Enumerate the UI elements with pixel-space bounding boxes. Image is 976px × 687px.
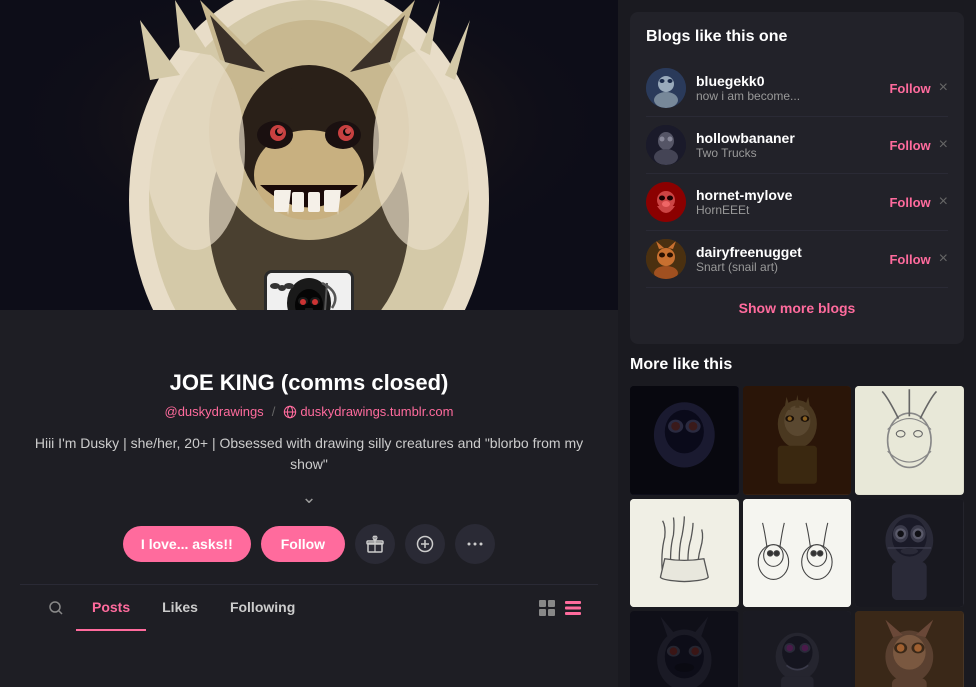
grid-image-3-art: [855, 386, 964, 495]
dismiss-bluegekk0-button[interactable]: ×: [939, 79, 948, 97]
profile-name: JOE KING (comms closed): [20, 370, 598, 396]
tab-likes[interactable]: Likes: [146, 585, 214, 631]
action-buttons: I love... asks!! Follow: [20, 524, 598, 564]
grid-view-icon[interactable]: [538, 599, 556, 617]
show-more-blogs-button[interactable]: Show more blogs: [646, 288, 948, 328]
grid-image-3[interactable]: [855, 386, 964, 495]
blog-item: bluegekk0 now i am become... Follow ×: [646, 60, 948, 117]
avatar-image: [267, 273, 351, 310]
grid-image-1-art: [630, 386, 739, 495]
grid-image-2[interactable]: [743, 386, 852, 495]
view-toggle: [538, 585, 582, 631]
search-icon: [48, 600, 64, 616]
profile-info: JOE KING (comms closed) @duskydrawings /…: [0, 310, 618, 687]
more-like-title: More like this: [630, 356, 964, 374]
blog-name: hornet-mylove: [696, 187, 889, 203]
profile-handle[interactable]: @duskydrawings: [165, 404, 264, 419]
blog-desc: Two Trucks: [696, 146, 889, 160]
blog-item: hollowbananer Two Trucks Follow ×: [646, 117, 948, 174]
follow-hollowbananer-button[interactable]: Follow: [889, 138, 930, 153]
avatar: [264, 270, 354, 310]
asks-button[interactable]: I love... asks!!: [123, 526, 251, 562]
blogs-section: Blogs like this one bluegekk0 now i am b…: [630, 12, 964, 344]
blog-name: hollowbananer: [696, 130, 889, 146]
search-tab-icon[interactable]: [36, 586, 76, 630]
subscribe-icon: [416, 535, 434, 553]
expand-button[interactable]: ⌄: [20, 487, 598, 508]
gift-button[interactable]: [355, 524, 395, 564]
list-view-icon[interactable]: [564, 599, 582, 617]
follow-button[interactable]: Follow: [261, 526, 345, 562]
dismiss-hornet-mylove-button[interactable]: ×: [939, 193, 948, 211]
grid-image-9-art: [855, 611, 964, 687]
profile-url[interactable]: duskydrawings.tumblr.com: [283, 404, 453, 419]
grid-image-8[interactable]: [743, 611, 852, 687]
grid-image-2-art: [743, 386, 852, 495]
grid-image-6-art: [855, 499, 964, 608]
dismiss-dairyfreenugget-button[interactable]: ×: [939, 250, 948, 268]
image-grid: [630, 386, 964, 687]
blog-desc: HornEEEt: [696, 203, 889, 217]
blogs-title: Blogs like this one: [646, 28, 948, 46]
more-like-this-section: More like this: [630, 356, 964, 687]
follow-hornet-mylove-button[interactable]: Follow: [889, 195, 930, 210]
nav-tabs: Posts Likes Following: [20, 584, 598, 631]
tab-following[interactable]: Following: [214, 585, 311, 631]
blog-item: dairyfreenugget Snart (snail art) Follow…: [646, 231, 948, 288]
blog-avatar-img: [646, 125, 686, 165]
wolf-illustration: [0, 0, 618, 310]
subscribe-button[interactable]: [405, 524, 445, 564]
more-button[interactable]: [455, 524, 495, 564]
follow-bluegekk0-button[interactable]: Follow: [889, 81, 930, 96]
gift-icon: [366, 535, 384, 553]
more-icon: [466, 535, 484, 553]
avatar-container: [264, 270, 354, 310]
blog-item: hornet-mylove HornEEEt Follow ×: [646, 174, 948, 231]
blog-avatar: [646, 68, 686, 108]
grid-image-6[interactable]: [855, 499, 964, 608]
divider: /: [272, 404, 276, 419]
blog-info: dairyfreenugget Snart (snail art): [696, 244, 889, 274]
blog-name: dairyfreenugget: [696, 244, 889, 260]
blog-avatar: [646, 125, 686, 165]
blog-avatar-img: [646, 182, 686, 222]
blog-desc: Snart (snail art): [696, 260, 889, 274]
grid-image-5-art: [743, 499, 852, 608]
blog-info: hollowbananer Two Trucks: [696, 130, 889, 160]
blog-avatar: [646, 182, 686, 222]
blog-info: bluegekk0 now i am become...: [696, 73, 889, 103]
grid-image-4-art: [630, 499, 739, 608]
hero-image: [0, 0, 618, 310]
blog-info: hornet-mylove HornEEEt: [696, 187, 889, 217]
grid-image-8-art: [743, 611, 852, 687]
blog-name: bluegekk0: [696, 73, 889, 89]
left-panel: JOE KING (comms closed) @duskydrawings /…: [0, 0, 618, 687]
grid-image-9[interactable]: [855, 611, 964, 687]
grid-image-1[interactable]: [630, 386, 739, 495]
tab-posts[interactable]: Posts: [76, 585, 146, 631]
blog-avatar: [646, 239, 686, 279]
blog-desc: now i am become...: [696, 89, 889, 103]
profile-bio: Hiii I'm Dusky | she/her, 20+ | Obsessed…: [20, 433, 598, 475]
profile-links: @duskydrawings / duskydrawings.tumblr.co…: [20, 404, 598, 419]
blog-avatar-img: [646, 239, 686, 279]
globe-icon: [283, 405, 297, 419]
grid-image-7-art: [630, 611, 739, 687]
grid-image-5[interactable]: [743, 499, 852, 608]
grid-image-7[interactable]: [630, 611, 739, 687]
grid-image-4[interactable]: [630, 499, 739, 608]
right-panel: Blogs like this one bluegekk0 now i am b…: [618, 0, 976, 687]
blog-avatar-img: [646, 68, 686, 108]
dismiss-hollowbananer-button[interactable]: ×: [939, 136, 948, 154]
follow-dairyfreenugget-button[interactable]: Follow: [889, 252, 930, 267]
